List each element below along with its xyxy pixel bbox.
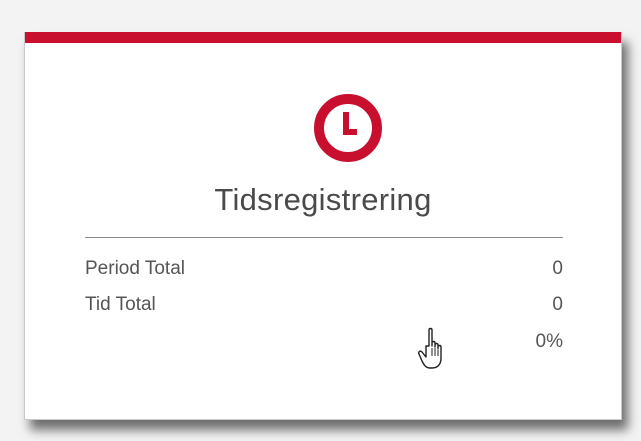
stat-value-percentage: 0% [535,331,563,352]
card-accent-bar [25,32,621,43]
stat-value: 0 [552,294,563,315]
stat-label: Period Total [85,258,185,279]
hand-pointer-icon [418,327,442,369]
stat-row-percentage: 0% [85,331,563,359]
time-registration-card[interactable]: Tidsregistrering Period Total 0 Tid Tota… [24,32,622,420]
divider [85,237,563,238]
stat-row-period-total: Period Total 0 [85,258,563,286]
card-title: Tidsregistrering [214,182,432,217]
stat-row-tid-total: Tid Total 0 [85,294,563,322]
stat-value: 0 [552,258,563,279]
clock-icon [314,94,382,162]
stat-label: Tid Total [85,294,156,315]
